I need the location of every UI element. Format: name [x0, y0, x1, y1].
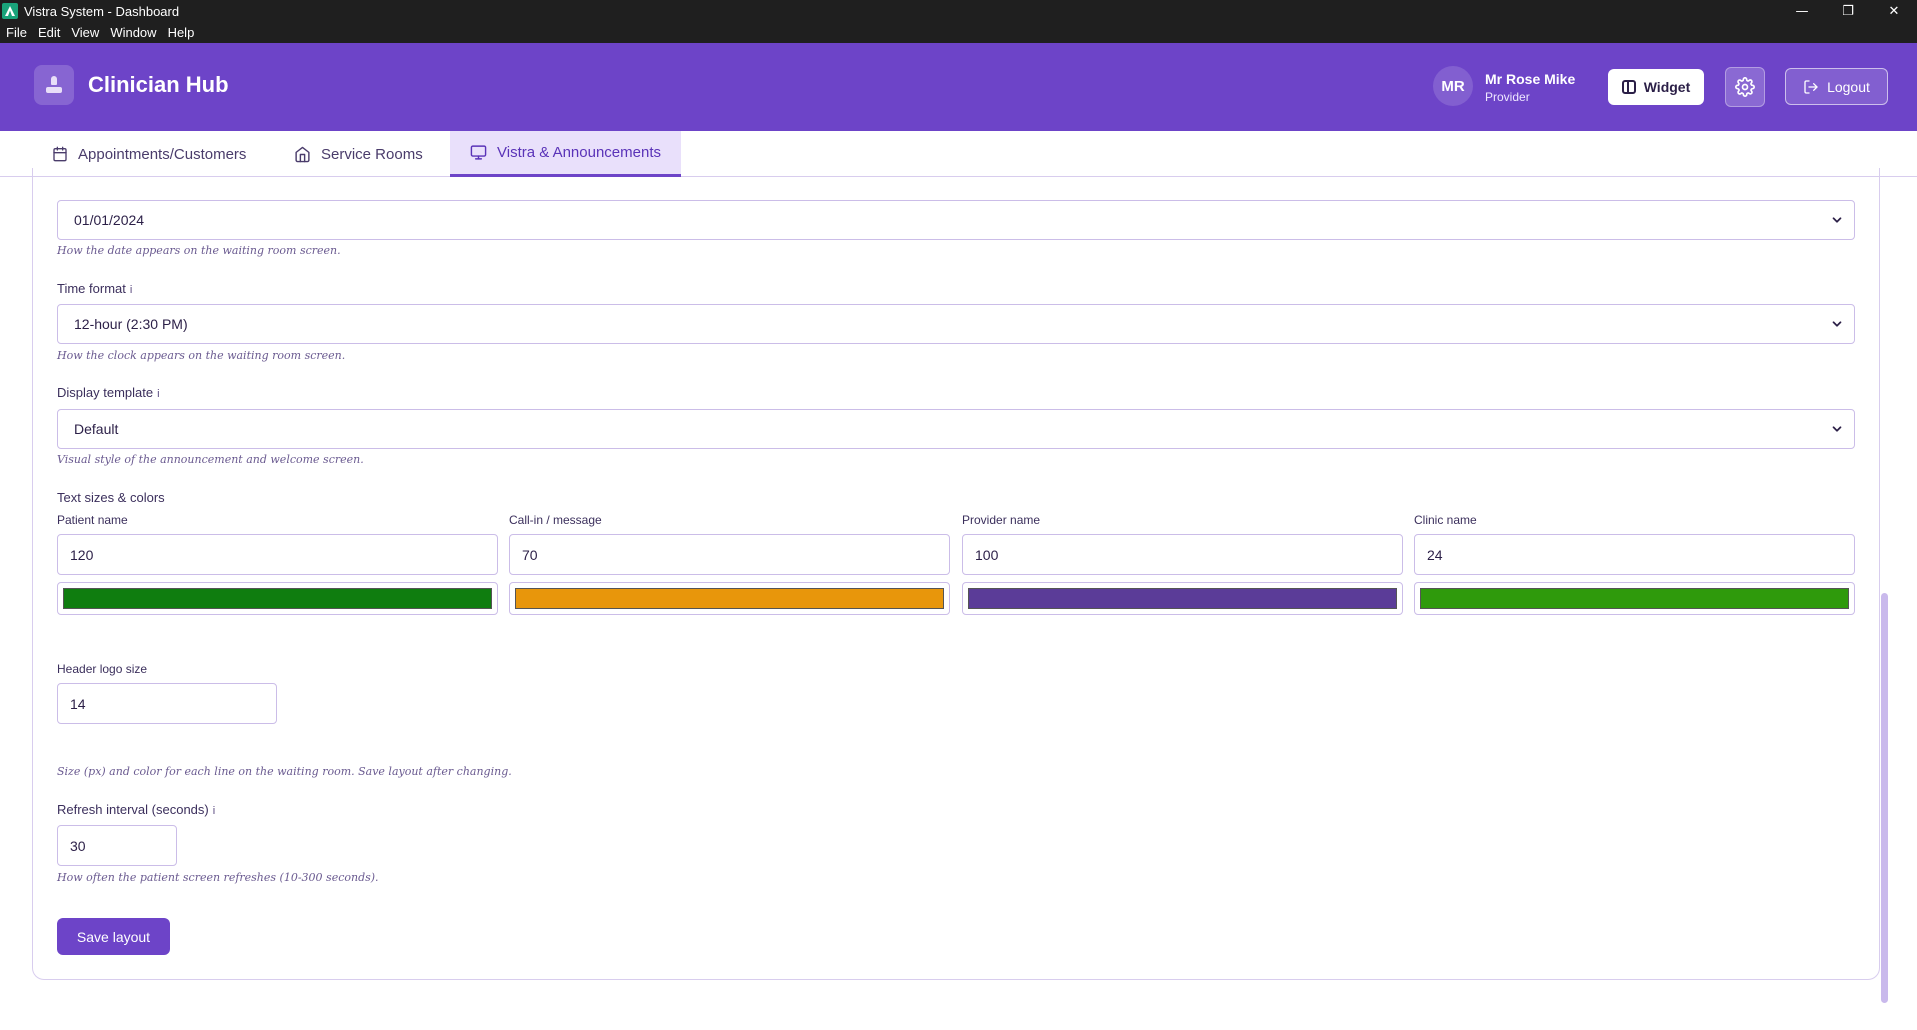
sidebar-layout-icon: [1621, 80, 1636, 94]
date-format-hint: How the date appears on the waiting room…: [57, 244, 341, 257]
brand-title: Clinician Hub: [88, 72, 229, 97]
info-icon: i: [212, 805, 216, 817]
time-format-value: 12-hour (2:30 PM): [74, 316, 188, 332]
calendar-icon: [52, 146, 68, 162]
menu-file[interactable]: File: [6, 25, 27, 40]
minimize-icon[interactable]: —: [1779, 0, 1825, 22]
settings-button[interactable]: [1725, 67, 1765, 107]
info-icon: i: [129, 284, 133, 296]
avatar: MR: [1433, 66, 1473, 106]
clinic-name-size-input[interactable]: 24: [1414, 534, 1855, 575]
widget-button[interactable]: Widget: [1608, 69, 1704, 105]
patient-name-label: Patient name: [57, 513, 128, 527]
display-template-select[interactable]: Default: [57, 409, 1855, 449]
provider-name-size-input[interactable]: 100: [962, 534, 1403, 575]
provider-name-color-swatch: [968, 588, 1397, 609]
brand-logo: [34, 65, 74, 105]
refresh-interval-input[interactable]: 30: [57, 825, 177, 866]
home-icon: [294, 146, 311, 163]
refresh-interval-hint: How often the patient screen refreshes (…: [57, 871, 379, 884]
window-controls: — ❐ ✕: [1779, 0, 1917, 22]
user-role: Provider: [1485, 90, 1530, 104]
save-layout-button[interactable]: Save layout: [57, 918, 170, 955]
header-logo-size-input[interactable]: 14: [57, 683, 277, 724]
time-format-select[interactable]: 12-hour (2:30 PM): [57, 304, 1855, 344]
refresh-interval-label: Refresh interval (seconds) i: [57, 802, 215, 817]
menu-view[interactable]: View: [71, 25, 99, 40]
patient-name-color-swatch: [63, 588, 492, 609]
logout-icon: [1804, 79, 1818, 94]
chevron-down-icon: [1832, 426, 1842, 432]
window-titlebar: Vistra System - Dashboard — ❐ ✕: [0, 0, 1917, 22]
provider-name-color-picker[interactable]: [962, 582, 1403, 615]
monitor-icon: [470, 144, 487, 161]
call-in-message-color-picker[interactable]: [509, 582, 950, 615]
layout-settings-panel: 01/01/2024 How the date appears on the w…: [0, 168, 1917, 1030]
menu-help[interactable]: Help: [168, 25, 195, 40]
display-template-label: Display template i: [57, 385, 160, 400]
chevron-down-icon: [1832, 217, 1842, 223]
header-logo-size-label: Header logo size: [57, 662, 148, 676]
scrollbar-thumb[interactable]: [1881, 593, 1888, 1003]
menu-bar: File Edit View Window Help: [0, 22, 1917, 43]
gear-icon: [1735, 77, 1755, 97]
menu-window[interactable]: Window: [110, 25, 156, 40]
chevron-down-icon: [1832, 321, 1842, 327]
date-format-select[interactable]: 01/01/2024: [57, 200, 1855, 240]
clinic-name-color-swatch: [1420, 588, 1849, 609]
logout-button[interactable]: Logout: [1785, 68, 1888, 105]
text-sizes-title: Text sizes & colors: [57, 490, 165, 505]
tab-service-rooms-label: Service Rooms: [321, 145, 423, 163]
menu-edit[interactable]: Edit: [38, 25, 60, 40]
tab-vistra-announcements-label: Vistra & Announcements: [497, 144, 661, 161]
patient-name-size-input[interactable]: 120: [57, 534, 498, 575]
clinic-name-color-picker[interactable]: [1414, 582, 1855, 615]
close-icon[interactable]: ✕: [1871, 0, 1917, 22]
clinician-icon: [45, 76, 63, 94]
tab-appointments-label: Appointments/Customers: [78, 145, 247, 163]
clinic-name-label: Clinic name: [1414, 513, 1477, 527]
widget-button-label: Widget: [1643, 79, 1691, 95]
display-template-label-text: Display template: [57, 385, 154, 400]
call-in-message-size-input[interactable]: 70: [509, 534, 950, 575]
time-format-label-text: Time format: [57, 281, 126, 296]
display-template-hint: Visual style of the announcement and wel…: [57, 453, 364, 466]
provider-name-label: Provider name: [962, 513, 1041, 527]
maximize-icon[interactable]: ❐: [1825, 0, 1871, 22]
display-template-value: Default: [74, 421, 119, 437]
date-format-value: 01/01/2024: [74, 212, 145, 228]
call-in-message-color-swatch: [515, 588, 944, 609]
logout-button-label: Logout: [1827, 78, 1870, 95]
refresh-interval-label-text: Refresh interval (seconds): [57, 802, 209, 817]
time-format-hint: How the clock appears on the waiting roo…: [57, 349, 346, 362]
window-title: Vistra System - Dashboard: [24, 3, 180, 19]
time-format-label: Time format i: [57, 281, 132, 296]
info-icon: i: [157, 388, 160, 400]
app-logo-icon: [2, 3, 18, 19]
app-header: Clinician Hub MR Mr Rose Mike Provider W…: [0, 43, 1917, 131]
text-sizes-hint: Size (px) and color for each line on the…: [57, 765, 512, 778]
call-in-message-label: Call-in / message: [509, 513, 602, 527]
user-name: Mr Rose Mike: [1485, 71, 1576, 87]
patient-name-color-picker[interactable]: [57, 582, 498, 615]
